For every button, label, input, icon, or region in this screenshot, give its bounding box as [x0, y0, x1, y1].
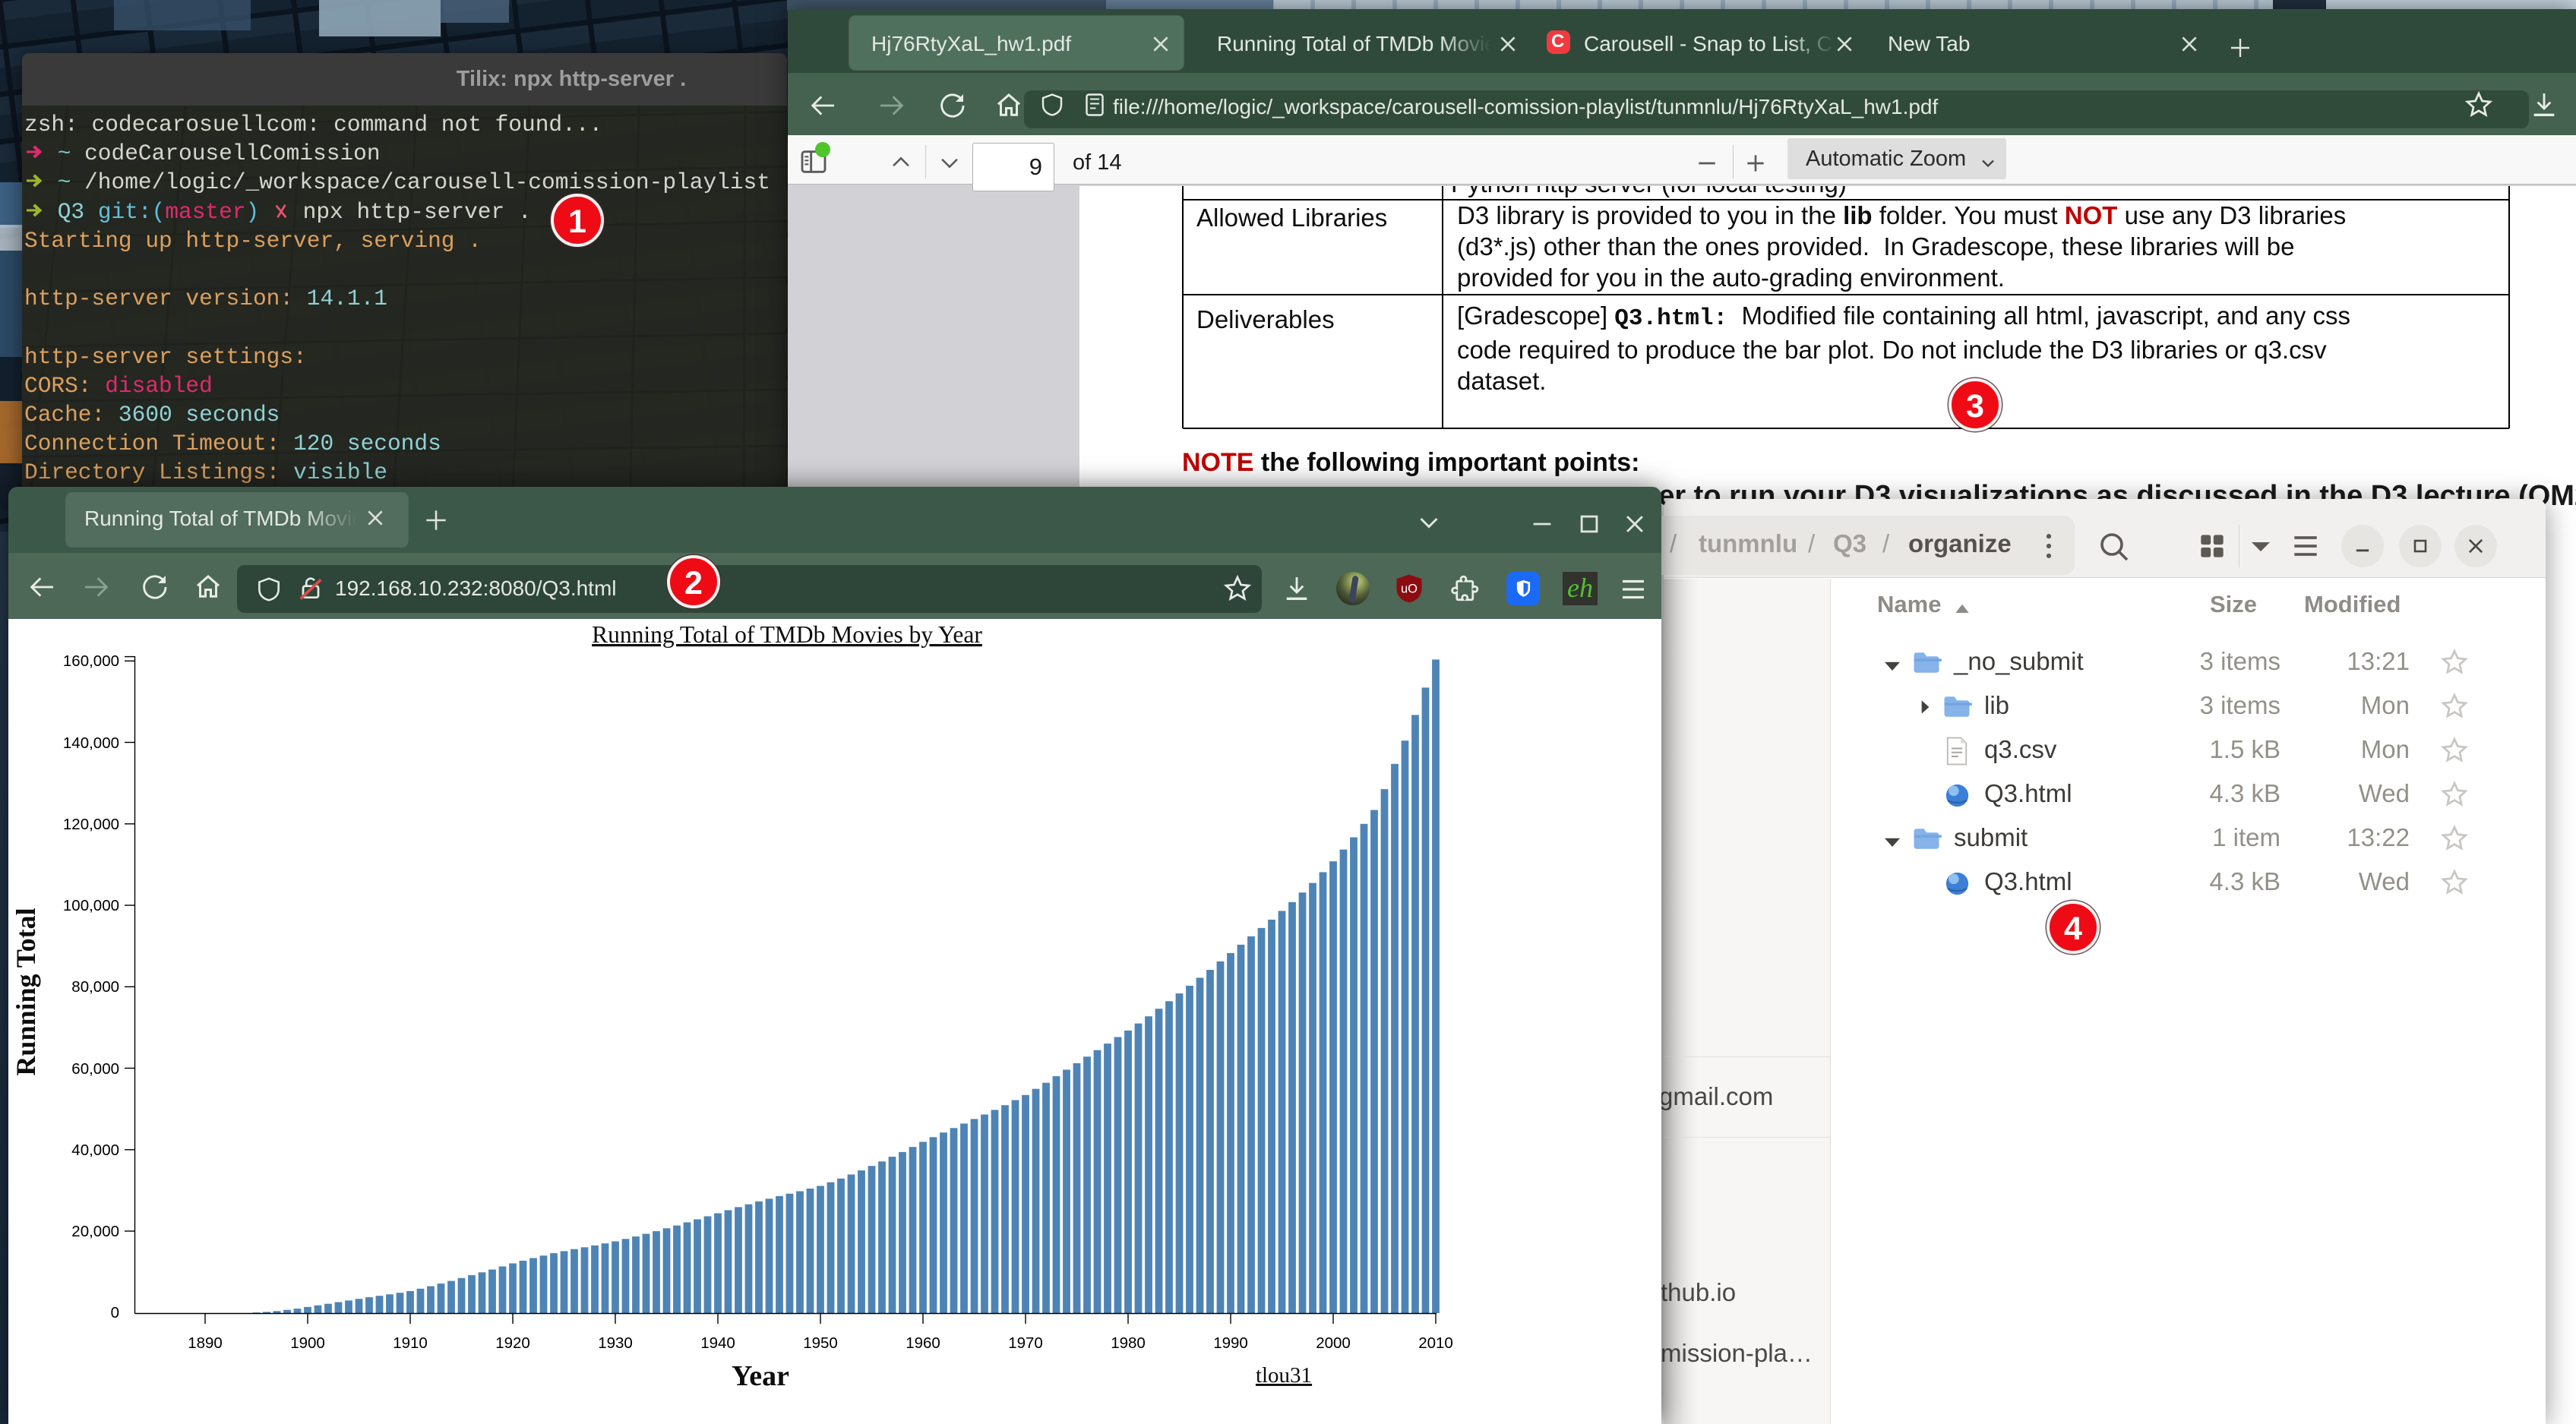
svg-text:100,000: 100,000 [63, 897, 119, 914]
svg-text:1960: 1960 [906, 1334, 940, 1352]
svg-text:40,000: 40,000 [71, 1141, 119, 1159]
svg-text:1980: 1980 [1111, 1334, 1146, 1352]
svg-text:Running Total of TMDb Movies b: Running Total of TMDb Movies by Year [592, 621, 982, 648]
svg-text:1930: 1930 [598, 1334, 633, 1352]
svg-text:1910: 1910 [393, 1334, 428, 1352]
svg-text:120,000: 120,000 [63, 816, 119, 833]
svg-text:1950: 1950 [803, 1334, 838, 1352]
svg-text:140,000: 140,000 [63, 734, 119, 752]
svg-text:1970: 1970 [1008, 1334, 1043, 1352]
svg-text:1900: 1900 [290, 1334, 325, 1352]
svg-text:160,000: 160,000 [63, 652, 119, 670]
svg-text:1890: 1890 [188, 1334, 223, 1352]
svg-text:80,000: 80,000 [71, 978, 119, 996]
svg-text:0: 0 [111, 1304, 119, 1321]
svg-text:Year: Year [732, 1360, 789, 1392]
svg-text:2000: 2000 [1316, 1334, 1351, 1352]
svg-text:1990: 1990 [1213, 1334, 1248, 1352]
svg-text:uO: uO [1401, 583, 1418, 596]
svg-text:2010: 2010 [1418, 1334, 1453, 1352]
svg-text:tlou31: tlou31 [1256, 1363, 1312, 1388]
svg-text:60,000: 60,000 [71, 1060, 119, 1078]
svg-text:1920: 1920 [495, 1334, 530, 1352]
svg-text:1940: 1940 [700, 1334, 735, 1352]
svg-text:20,000: 20,000 [71, 1223, 119, 1240]
svg-text:Running Total: Running Total [11, 908, 41, 1075]
